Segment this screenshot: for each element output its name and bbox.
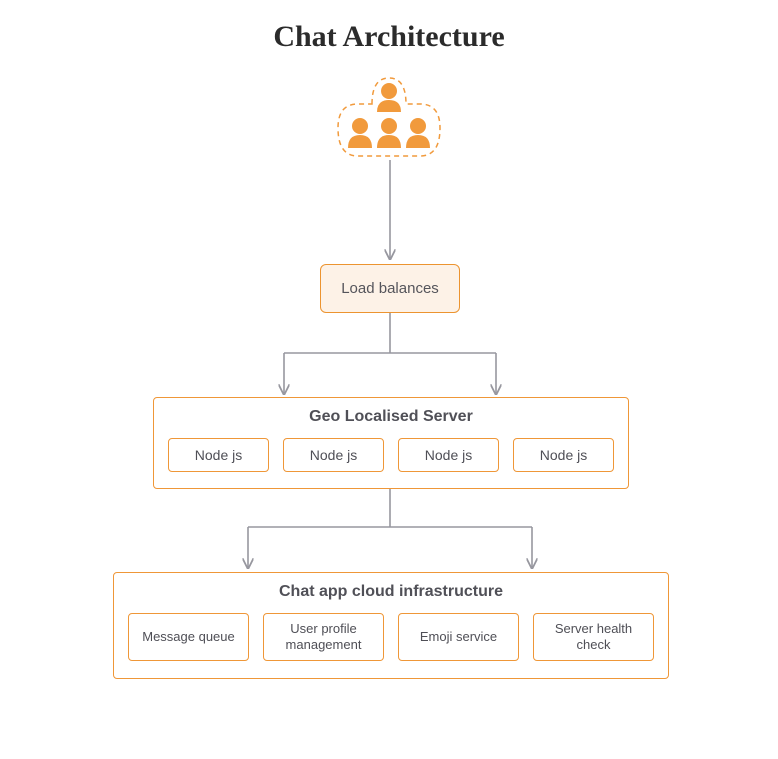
geo-server-title: Geo Localised Server: [168, 408, 614, 426]
cloud-infra-services: Message queue User profile management Em…: [128, 613, 654, 661]
cloud-infra-box: Chat app cloud infrastructure Message qu…: [113, 572, 669, 679]
users-group-icon: [336, 74, 442, 160]
node-js-box: Node js: [513, 438, 614, 472]
arrow-geo-to-cloud: [230, 489, 550, 573]
service-health-check: Server health check: [533, 613, 654, 661]
cloud-infra-title: Chat app cloud infrastructure: [128, 583, 654, 601]
page-title: Chat Architecture: [0, 0, 778, 54]
service-message-queue: Message queue: [128, 613, 249, 661]
node-js-box: Node js: [168, 438, 269, 472]
arrow-lb-to-geo: [270, 313, 510, 399]
arrow-users-to-lb: [380, 160, 400, 264]
geo-server-nodes: Node js Node js Node js Node js: [168, 438, 614, 472]
load-balancer-box: Load balances: [320, 264, 460, 313]
load-balancer-label: Load balances: [341, 280, 439, 297]
node-js-box: Node js: [398, 438, 499, 472]
service-emoji: Emoji service: [398, 613, 519, 661]
geo-server-box: Geo Localised Server Node js Node js Nod…: [153, 397, 629, 489]
service-user-profile: User profile management: [263, 613, 384, 661]
node-js-box: Node js: [283, 438, 384, 472]
